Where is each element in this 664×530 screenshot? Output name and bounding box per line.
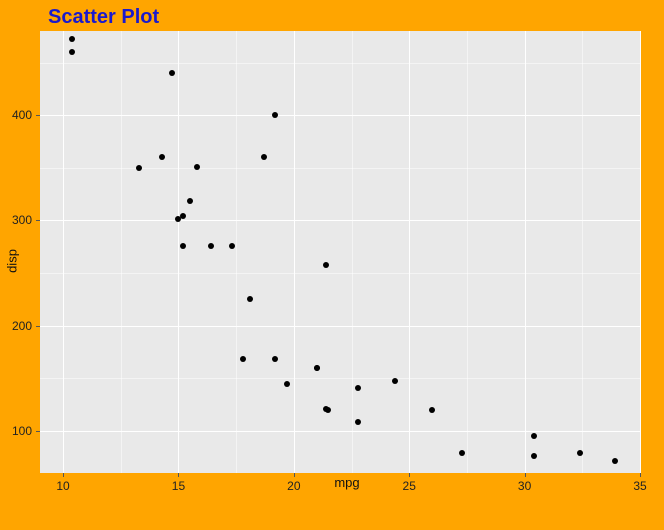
data-point [272,112,278,118]
gridline-v [63,31,64,473]
gridline-v-minor [121,31,122,473]
tick-mark [294,473,295,477]
data-point [187,198,193,204]
x-tick-label: 20 [287,479,300,493]
data-point [355,385,361,391]
data-point [314,365,320,371]
data-point [136,165,142,171]
gridline-h-minor [40,273,640,274]
data-point [175,216,181,222]
y-axis-label: disp [5,249,20,273]
gridline-v-minor [236,31,237,473]
x-tick-label: 25 [403,479,416,493]
tick-mark [525,473,526,477]
data-point [284,381,290,387]
data-point [429,407,435,413]
y-tick-label: 200 [12,319,32,333]
tick-mark [36,115,40,116]
gridline-h [40,115,640,116]
tick-mark [36,326,40,327]
data-point [577,450,583,456]
data-point [69,36,75,42]
gridline-h-minor [40,378,640,379]
gridline-h-minor [40,63,640,64]
data-point [69,49,75,55]
tick-mark [36,220,40,221]
data-point [323,406,329,412]
y-tick-label: 300 [12,213,32,227]
x-axis-label: mpg [40,475,654,490]
tick-mark [409,473,410,477]
tick-mark [178,473,179,477]
chart-title: Scatter Plot [48,6,654,29]
chart-container: Scatter Plot disp 1015202530351002003004… [0,0,664,530]
y-tick-label: 400 [12,108,32,122]
tick-mark [63,473,64,477]
data-point [612,458,618,464]
data-point [169,70,175,76]
data-point [261,154,267,160]
data-point [355,419,361,425]
gridline-v-minor [352,31,353,473]
gridline-v-minor [582,31,583,473]
x-tick-label: 10 [56,479,69,493]
data-point [531,453,537,459]
data-point [229,243,235,249]
data-point [240,356,246,362]
tick-mark [36,431,40,432]
data-point [208,243,214,249]
data-point [194,164,200,170]
data-point [272,356,278,362]
gridline-h [40,431,640,432]
data-point [247,296,253,302]
data-point [180,243,186,249]
gridline-v [178,31,179,473]
plot-area: 101520253035100200300400 [40,31,640,473]
x-tick-label: 35 [633,479,646,493]
gridline-h-minor [40,168,640,169]
data-point [531,433,537,439]
data-point [392,378,398,384]
gridline-h [40,220,640,221]
x-tick-label: 15 [172,479,185,493]
gridline-v [294,31,295,473]
data-point [159,154,165,160]
gridline-h [40,326,640,327]
data-point [459,450,465,456]
gridline-v [525,31,526,473]
y-tick-label: 100 [12,424,32,438]
data-point [323,262,329,268]
tick-mark [640,473,641,477]
gridline-v-minor [467,31,468,473]
x-tick-label: 30 [518,479,531,493]
gridline-v [409,31,410,473]
gridline-v [640,31,641,473]
chart-wrap: disp 101520253035100200300400 mpg [40,31,654,490]
